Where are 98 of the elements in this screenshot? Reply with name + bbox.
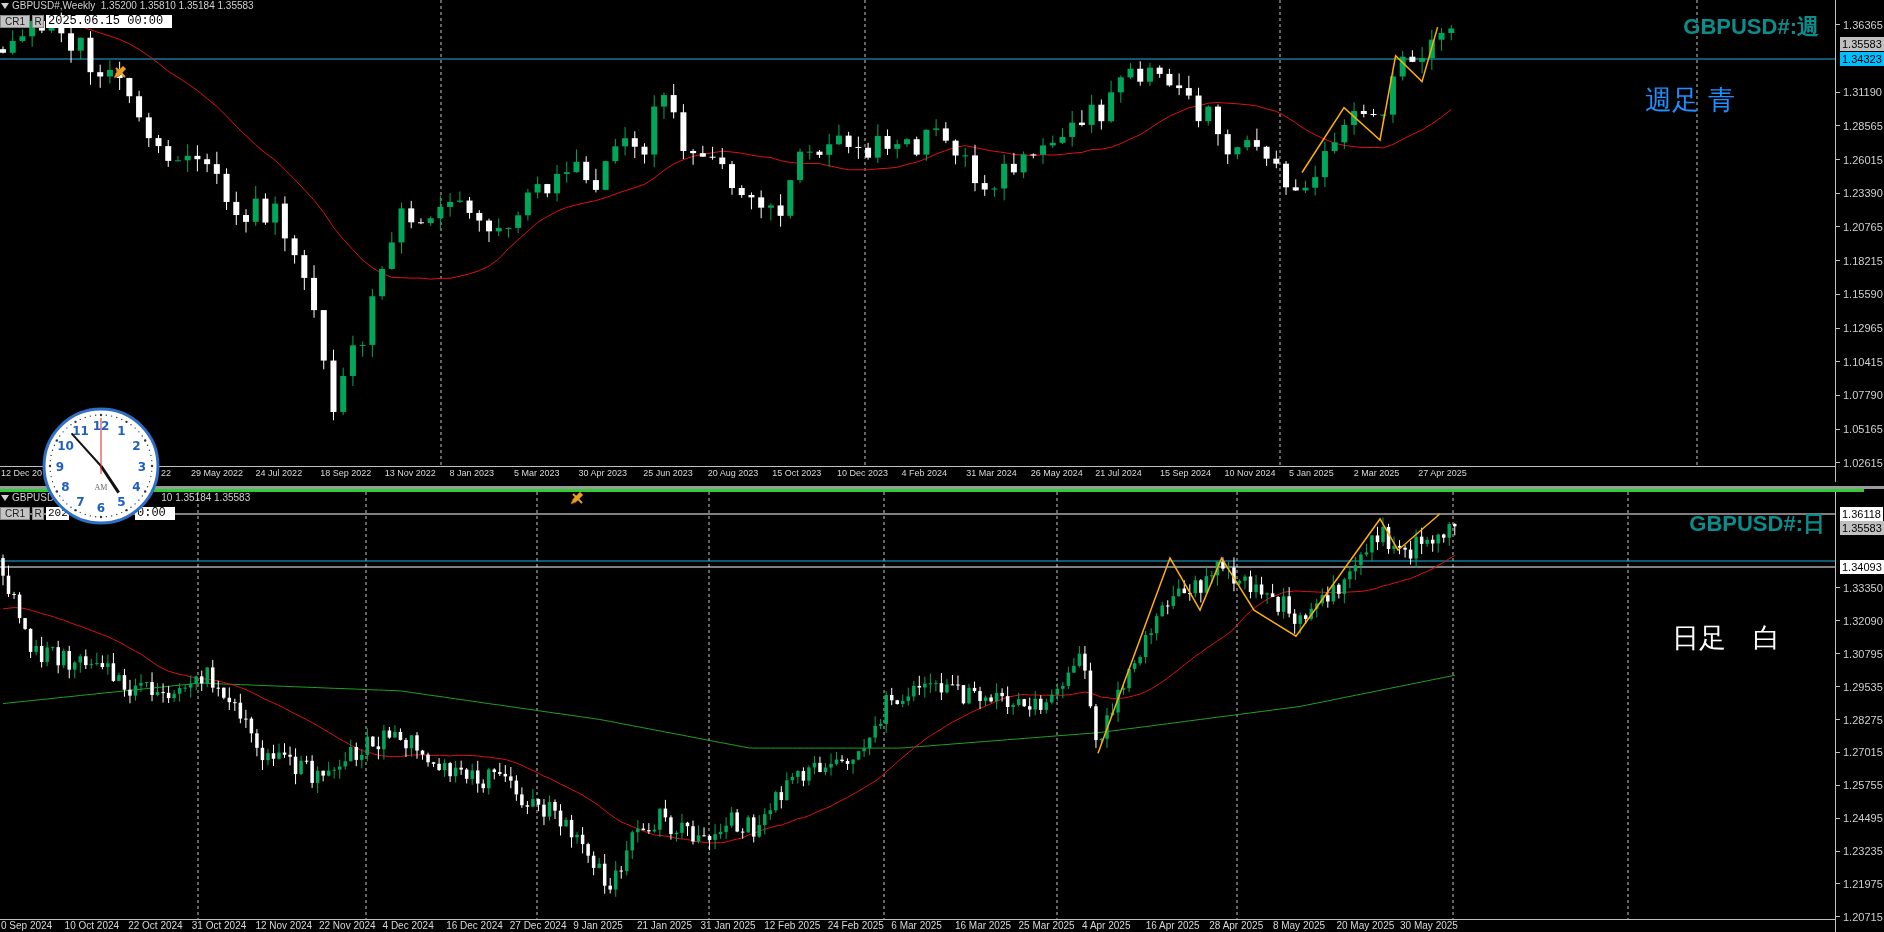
clock-numeral: 11 (72, 424, 89, 438)
note-text: 週足 青 (1645, 83, 1735, 117)
price-label: 1.10415 (1843, 355, 1883, 368)
time-label: 15 Sep 2024 (1158, 467, 1212, 479)
time-label: 30 May 2025 (1399, 920, 1459, 932)
time-label: 31 Jan 2025 (699, 920, 757, 932)
time-label: 22 Oct 2024 (127, 920, 184, 932)
clock-numeral: 3 (137, 459, 147, 474)
time-label: 27 Apr 2025 (1417, 467, 1468, 479)
time-label: 24 Jul 2022 (254, 467, 304, 479)
time-label: 16 Mar 2025 (953, 920, 1013, 932)
price-badge: 1.35583 (1840, 37, 1884, 51)
time-label: 5 Jan 2025 (1288, 467, 1335, 479)
time-label: 6 Mar 2025 (890, 920, 943, 932)
time-label: 22 (160, 467, 172, 479)
reset-button[interactable]: R (32, 507, 44, 520)
cr1-button[interactable]: CR1 (0, 15, 30, 28)
time-label: 22 Nov 2024 (317, 920, 377, 932)
time-label: 27 Dec 2024 (508, 920, 568, 932)
time-label: 21 Jan 2025 (635, 920, 693, 932)
time-label: 21 Jul 2024 (1094, 467, 1143, 479)
price-label: 1.20765 (1843, 220, 1883, 233)
time-label: 24 Feb 2025 (826, 920, 885, 932)
clock-numeral: 4 (132, 480, 141, 494)
price-label: 1.24495 (1843, 812, 1883, 825)
price-label: 1.33350 (1843, 581, 1883, 594)
price-label: 1.29535 (1843, 680, 1883, 693)
clock-numeral: 10 (57, 439, 74, 453)
price-label: 1.32090 (1843, 614, 1883, 627)
time-label: 8 Jan 2023 (448, 467, 495, 479)
price-label: 1.23235 (1843, 845, 1883, 858)
clock-numeral: 8 (61, 480, 70, 494)
price-label: 1.31190 (1843, 86, 1882, 99)
price-label: 1.25755 (1843, 779, 1883, 792)
price-label: 1.27015 (1843, 746, 1883, 759)
time-label: 10 Dec 2023 (835, 467, 889, 479)
time-label: 18 Sep 2022 (319, 467, 373, 479)
time-label: 10 Nov 2024 (1223, 467, 1277, 479)
price-label: 1.02615 (1843, 456, 1883, 469)
clock-numeral: 9 (55, 459, 65, 474)
clock-numeral: 1 (117, 424, 126, 438)
time-label: 8 May 2025 (1271, 920, 1327, 932)
time-label: 30 Apr 2023 (577, 467, 629, 479)
date-field[interactable]: 2025.06.15 00:00 (46, 15, 172, 28)
time-label: 26 May 2024 (1029, 467, 1084, 479)
price-label: 1.15590 (1843, 288, 1883, 301)
note-text: 日足 白 (1672, 621, 1780, 655)
price-badge: 1.34323 (1840, 52, 1884, 66)
time-label: 28 Apr 2025 (1208, 920, 1265, 932)
time-label: 12 Dec 20 (0, 467, 44, 479)
chart-header: 10 1.35184 1.35583 (161, 492, 251, 504)
price-badge: 1.36118 (1840, 507, 1883, 521)
price-label: 1.21975 (1843, 877, 1883, 890)
time-label: 4 Apr 2025 (1081, 920, 1132, 932)
time-label: 0 Sep 2024 (0, 920, 54, 932)
time-label: 25 Jun 2023 (642, 467, 694, 479)
time-label: 31 Mar 2024 (965, 467, 1018, 479)
price-label: 1.28565 (1843, 119, 1883, 132)
price-badge: 1.34093 (1840, 560, 1884, 574)
time-label: 16 Apr 2025 (1144, 920, 1201, 932)
clock-numeral: 7 (76, 495, 85, 509)
price-label: 1.26015 (1843, 153, 1883, 166)
time-label: 29 May 2022 (190, 467, 245, 479)
time-label: 4 Feb 2024 (900, 467, 949, 479)
clock-numeral: 12 (92, 418, 110, 433)
time-label: 2 Mar 2025 (1352, 467, 1401, 479)
chart-header: GBPUSD#,Weekly 1.35200 1.35810 1.35184 1.35583 (12, 0, 254, 12)
price-label: 1.05165 (1843, 423, 1883, 436)
price-label: 1.07790 (1843, 389, 1883, 402)
price-label: 1.30795 (1843, 647, 1883, 660)
price-label: 1.36365 (1843, 18, 1883, 31)
time-label: 4 Dec 2024 (381, 920, 435, 932)
time-label: 13 Nov 2022 (383, 467, 437, 479)
symbol-label: GBPUSD#:週 (1683, 13, 1819, 41)
clock-numeral: 5 (117, 495, 126, 509)
time-label: 16 Dec 2024 (445, 920, 504, 932)
time-label: 15 Oct 2023 (771, 467, 823, 479)
price-label: 1.23390 (1843, 187, 1883, 200)
time-label: 20 May 2025 (1335, 920, 1396, 932)
symbol-label: GBPUSD#:日 (1689, 510, 1825, 538)
reset-button[interactable]: R (32, 15, 44, 28)
time-label: 10 Oct 2024 (63, 920, 121, 932)
price-label: 1.28275 (1843, 713, 1883, 726)
time-label: 9 Jan 2025 (572, 920, 624, 932)
time-label: 12 Nov 2024 (254, 920, 314, 932)
time-label: 12 Feb 2025 (763, 920, 822, 932)
price-label: 1.12965 (1843, 322, 1883, 335)
time-label: 31 Oct 2024 (190, 920, 248, 932)
price-label: 1.20715 (1843, 910, 1883, 923)
time-label: 25 Mar 2025 (1017, 920, 1076, 932)
time-label: 20 Aug 2023 (706, 467, 760, 479)
time-label: 5 Mar 2023 (512, 467, 561, 479)
clock-period: AM (94, 483, 108, 492)
clock-numeral: 6 (96, 500, 106, 515)
clock-numeral: 2 (132, 439, 141, 453)
price-badge: 1.35583 (1840, 521, 1884, 535)
cr1-button[interactable]: CR1 (0, 507, 30, 520)
price-label: 1.18215 (1843, 254, 1883, 267)
